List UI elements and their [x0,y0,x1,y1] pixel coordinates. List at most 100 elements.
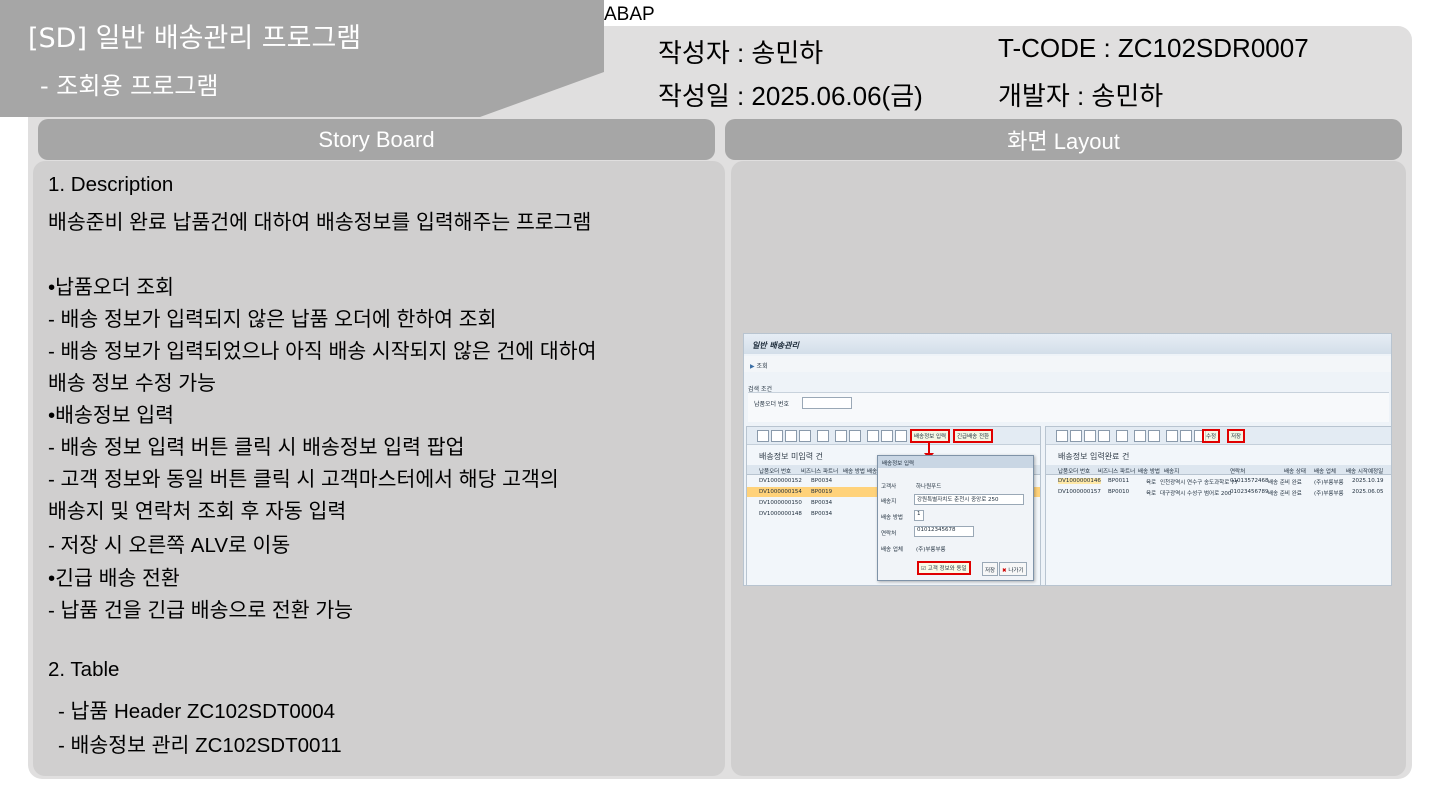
col-header: 배송 [867,469,878,475]
table-item-header: - 납품 Header ZC102SDT0004 [58,700,336,723]
description-heading: 1. Description [48,173,174,196]
sort-asc-icon[interactable] [1070,430,1082,442]
screen-layout-header: 화면 Layout [725,119,1402,160]
bullet-delivery-order-title: •납품오더 조회 [48,276,175,299]
bullet-shipping-input-line2: - 고객 정보와 동일 버튼 클릭 시 고객마스터에서 해당 고객의 [48,468,559,491]
description-text: 배송준비 완료 납품건에 대하여 배송정보를 입력해주는 프로그램 [48,211,592,234]
selection-label: 납품오더 번호 [754,401,790,408]
filter-icon[interactable] [817,430,829,442]
col-header: 연락처 [1230,469,1246,475]
print-icon[interactable] [849,430,861,442]
sort-asc-icon[interactable] [771,430,783,442]
sort-desc-icon[interactable] [785,430,797,442]
carrier-label: 배송 업체 [881,547,903,553]
sort-desc-icon[interactable] [1084,430,1096,442]
phone-field[interactable]: 01012345678 [914,526,974,537]
method-field[interactable]: 1 [914,510,924,521]
abap-tag: ABAP [604,4,655,25]
table-row[interactable]: DV1000000146 BP0011 육로 인천광역시 연수구 송도과학로 7… [1046,476,1391,486]
same-as-customer-button[interactable]: ☑ 고객 정보와 동일 [917,561,971,575]
col-header: 배송 업체 [1314,469,1336,475]
alv-right-title: 배송정보 입력완료 건 [1058,452,1130,461]
bullet-shipping-input-line4: - 저장 시 오른쪽 ALV로 이동 [48,534,291,557]
slide: [SD] 일반 배송관리 프로그램 - 조회용 프로그램 ABAP 작성자 : … [0,0,1438,808]
cell-method: 육로 [1146,491,1157,497]
sum-icon[interactable] [835,430,847,442]
sap-screenshot: 일반 배송관리 ▶ 조회 검색 조건 납품오더 번호 배송정보 입력 긴급배송 … [743,333,1392,586]
info-icon[interactable] [895,430,907,442]
col-header: 배송 방법 [1138,469,1160,475]
cell-phone: 01023456789 [1230,489,1269,495]
cell-status: 배송 준비 완료 [1268,491,1302,497]
filter-icon[interactable] [1116,430,1128,442]
bullet-delivery-order-line2: - 배송 정보가 입력되었으나 아직 배송 시작되지 않은 건에 대하여 [48,340,597,363]
page-subtitle: - 조회용 프로그램 [40,72,219,100]
search-button[interactable]: 조회 [757,363,768,370]
popup-title: 배송정보 입력 [878,456,1033,468]
cell-address: 대구광역시 수성구 범어로 200 [1160,491,1232,497]
delivery-order-input[interactable] [802,397,852,409]
cell-phone: 01013572468 [1230,478,1269,484]
developer-line: 개발자 : 송민하 [998,81,1164,111]
find-icon[interactable] [1098,430,1110,442]
layout-icon[interactable] [881,430,893,442]
cell-date: 2025.06.05 [1352,489,1384,495]
cell-order: DV1000000157 [1058,489,1101,495]
cell-carrier: (주)부릉부릉 [1314,491,1344,497]
phone-label: 연락처 [881,531,897,537]
cell-partner: BP0010 [1108,489,1130,495]
col-header: 배송 시작예정일 [1346,469,1384,475]
popup-exit-label: 나가기 [1008,568,1024,574]
col-header: 배송지 [1164,469,1180,475]
col-header: 비즈니스 파트너 [1098,469,1136,475]
date-line: 작성일 : 2025.06.06(금) [658,81,923,111]
find-icon[interactable] [799,430,811,442]
author-text: 작성자 : 송민하 [658,38,824,68]
address-field[interactable]: 강원특별자치도 춘천시 중앙로 250 [914,494,1024,505]
execute-icon[interactable]: ▶ [750,363,755,370]
story-board-header: Story Board [38,119,715,160]
table-row[interactable]: DV1000000157 BP0010 육로 대구광역시 수성구 범어로 200… [1046,487,1391,497]
export-icon[interactable] [1166,430,1178,442]
cell-order: DV1000000148 [759,511,802,517]
cell-partner: BP0034 [811,500,833,506]
bullet-shipping-input-line3: 배송지 및 연락처 조회 후 자동 입력 [48,500,347,523]
save-button[interactable]: 저장 [1227,429,1246,443]
sap-window-title: 일반 배송관리 [744,334,1391,354]
detail-icon[interactable] [1056,430,1068,442]
sum-icon[interactable] [1134,430,1146,442]
edit-button[interactable]: 수정 [1202,429,1221,443]
col-header: 비즈니스 파트너 [801,469,839,475]
popup-exit-button[interactable]: ✖ 나가기 [999,562,1027,576]
bullet-urgent-title: •긴급 배송 전환 [48,567,180,590]
bullet-shipping-input-title: •배송정보 입력 [48,404,175,427]
alv-left-toolbar [747,427,1040,445]
col-header: 납품오더 번호 [1058,469,1091,475]
shipping-input-button[interactable]: 배송정보 입력 [910,429,951,443]
author-line: 작성자 : 송민하 [658,33,823,70]
detail-icon[interactable] [757,430,769,442]
alv-entered: 수정 저장 배송정보 입력완료 건 납품오더 번호 비즈니스 파트너 배송 방법… [1045,426,1391,585]
bullet-urgent-line1: - 납품 건을 긴급 배송으로 전환 가능 [48,599,354,622]
page-title: [SD] 일반 배송관리 프로그램 [28,23,362,54]
sap-toolbar: ▶ 조회 [744,356,1391,372]
col-header: 납품오더 번호 [759,469,792,475]
bullet-delivery-order-line3: 배송 정보 수정 가능 [48,372,216,395]
urgent-convert-button[interactable]: 긴급배송 전환 [953,429,994,443]
export-icon[interactable] [867,430,879,442]
customer-label: 고객사 [881,484,897,490]
cell-status: 배송 준비 완료 [1268,480,1302,486]
cell-method: 육로 [1146,480,1157,486]
popup-save-button[interactable]: 저장 [982,562,999,576]
cell-order: DV1000000152 [759,478,802,484]
bullet-shipping-input-line1: - 배송 정보 입력 버튼 클릭 시 배송정보 입력 팝업 [48,436,465,459]
checkbox-icon: ☑ [921,566,928,572]
print-icon[interactable] [1148,430,1160,442]
layout-icon[interactable] [1180,430,1192,442]
col-header: 배송 방법 [843,469,865,475]
method-label: 배송 방법 [881,515,903,521]
carrier-value: (주)부릉부릉 [916,547,946,553]
address-label: 배송지 [881,499,897,505]
cell-date: 2025.10.19 [1352,478,1384,484]
shipping-input-popup: 배송정보 입력 고객사 하나원푸드 배송지 강원특별자치도 춘천시 중앙로 25… [877,455,1034,581]
